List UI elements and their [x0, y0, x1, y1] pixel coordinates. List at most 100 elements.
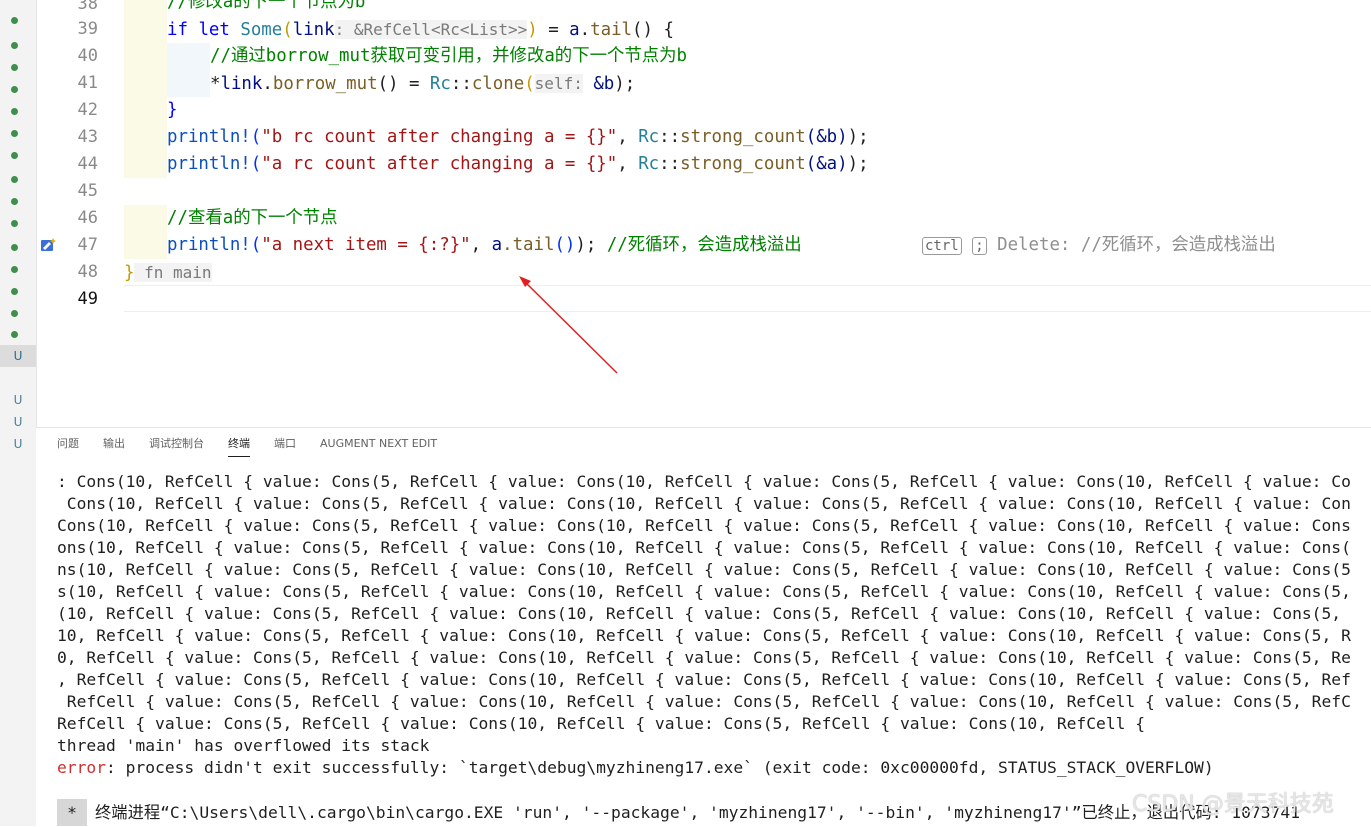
- line-number: 39: [77, 19, 98, 39]
- indent-guide: [124, 232, 167, 259]
- type-name: Rc: [638, 127, 660, 147]
- paren: (: [250, 154, 262, 174]
- variable: link: [220, 74, 263, 94]
- terminal-output-line: ns(10, RefCell { value: Cons(5, RefCell …: [57, 560, 1351, 579]
- code-line-46[interactable]: //查看a的下一个节点: [167, 205, 338, 232]
- code-line-42[interactable]: }: [167, 97, 177, 124]
- punctuation: );: [614, 74, 636, 94]
- punctuation: ::: [659, 127, 681, 147]
- terminal-output-line: s(10, RefCell { value: Cons(5, RefCell {…: [57, 582, 1351, 601]
- variable: a: [569, 20, 580, 40]
- paren: (: [250, 127, 262, 147]
- macro: println!: [167, 127, 251, 147]
- line-number: 48: [77, 262, 98, 282]
- panel-tabs: 问题 输出 调试控制台 终端 端口 AUGMENT NEXT EDIT: [36, 428, 1371, 460]
- status-dot-icon: [11, 108, 18, 115]
- punctuation: );: [847, 127, 869, 147]
- macro: println!: [167, 154, 251, 174]
- indent-guide: [167, 43, 210, 70]
- code-line-44[interactable]: println!("a rc count after changing a = …: [167, 151, 869, 178]
- punctuation: ::: [659, 154, 681, 174]
- method-name: .tail: [502, 235, 555, 255]
- terminal-output-line: , RefCell { value: Cons(5, RefCell { val…: [57, 670, 1351, 689]
- line-number: 43: [77, 127, 98, 147]
- scm-badge-untracked[interactable]: U: [0, 433, 36, 455]
- paren: (: [282, 20, 293, 40]
- terminal-output-line: Cons(10, RefCell { value: Cons(5, RefCel…: [57, 516, 1351, 535]
- status-dot-icon: [11, 176, 18, 183]
- type-hint: : &RefCell<Rc<List>>: [334, 20, 528, 39]
- scm-badge-untracked[interactable]: U: [0, 389, 36, 411]
- indent-guide: [124, 124, 167, 151]
- code-line-40[interactable]: //通过borrow_mut获取可变引用，并修改a的下一个节点为b: [210, 43, 687, 70]
- code-line-38[interactable]: //修改a的下一个节点为b: [167, 0, 365, 16]
- status-dot-icon: [11, 64, 18, 71]
- status-dot-icon: [11, 220, 18, 227]
- code-line-41[interactable]: *link.borrow_mut() = Rc::clone(self: &b)…: [210, 70, 635, 97]
- status-dot-icon: [11, 244, 18, 251]
- tab-output[interactable]: 输出: [103, 436, 125, 456]
- operator: =: [537, 20, 570, 40]
- status-dot-icon: [11, 198, 18, 205]
- tab-augment-next-edit[interactable]: AUGMENT NEXT EDIT: [320, 436, 437, 456]
- code-line-39[interactable]: if let Some(link: &RefCell<Rc<List>>) = …: [167, 16, 674, 43]
- function-name: strong_count: [680, 154, 806, 174]
- ghost-text: Delete: //死循环，会造成栈溢出: [986, 235, 1276, 255]
- status-dot-icon: [11, 17, 18, 24]
- line-number: 40: [77, 46, 98, 66]
- terminal-status-text: 终端进程“C:\Users\dell\.cargo\bin\cargo.EXE …: [95, 803, 1300, 822]
- indent-guide: [124, 151, 167, 178]
- line-number: 44: [77, 154, 98, 174]
- code-line-47[interactable]: println!("a next item = {:?}", a.tail())…: [167, 232, 802, 259]
- line-number: 45: [77, 181, 98, 201]
- indent-guide: [124, 97, 167, 124]
- type-name: Some: [240, 20, 283, 40]
- argument: (&b): [805, 127, 848, 147]
- method-name: borrow_mut: [272, 74, 378, 94]
- terminal-status-icon: *: [57, 799, 87, 826]
- inline-edit-suggestion[interactable]: ctrl ; Delete: //死循环，会造成栈溢出: [922, 232, 1276, 259]
- code-line-43[interactable]: println!("b rc count after changing a = …: [167, 124, 869, 151]
- terminal-output-line: Cons(10, RefCell { value: Cons(5, RefCel…: [57, 494, 1351, 513]
- paren: (): [554, 235, 576, 255]
- string-literal: "a next item = {:?}": [261, 235, 471, 255]
- argument: &b: [582, 74, 615, 94]
- keyword: let: [198, 20, 230, 40]
- terminal-status-line: * 终端进程“C:\Users\dell\.cargo\bin\cargo.EXE…: [57, 799, 1300, 826]
- paren: ): [527, 20, 538, 40]
- string-literal: "b rc count after changing a = {}": [261, 127, 618, 147]
- status-dot-icon: [11, 266, 18, 273]
- terminal-output-line: 10, RefCell { value: Cons(5, RefCell { v…: [57, 626, 1351, 645]
- inline-suggestion-icon[interactable]: [40, 236, 58, 254]
- punctuation: );: [847, 154, 869, 174]
- punctuation: () {: [632, 20, 674, 40]
- indent-guide: [124, 43, 167, 70]
- terminal-output-line: RefCell { value: Cons(5, RefCell { value…: [57, 692, 1351, 711]
- closing-brace: }: [124, 263, 135, 283]
- punctuation: () =: [377, 74, 430, 94]
- tab-debug-console[interactable]: 调试控制台: [149, 436, 204, 456]
- function-name: clone: [471, 74, 525, 94]
- terminal-output-line: (10, RefCell { value: Cons(5, RefCell { …: [57, 604, 1351, 623]
- type-name: Rc: [429, 74, 451, 94]
- current-line-highlight: [124, 285, 1371, 312]
- scm-badge-untracked[interactable]: U: [0, 411, 36, 433]
- method-name: tail: [590, 20, 633, 40]
- activity-bar: U U U U: [0, 0, 37, 826]
- code-line-48[interactable]: } fn main: [124, 259, 212, 286]
- indent-guide: [124, 205, 167, 232]
- line-number: 42: [77, 100, 98, 120]
- terminal-output-line: 0, RefCell { value: Cons(5, RefCell { va…: [57, 648, 1351, 667]
- tab-ports[interactable]: 端口: [274, 436, 296, 456]
- error-label: error: [57, 758, 107, 777]
- status-dot-icon: [11, 152, 18, 159]
- tab-terminal[interactable]: 终端: [228, 436, 250, 457]
- watermark: CSDN @景天科技苑: [1132, 792, 1334, 817]
- variable: a: [491, 235, 503, 255]
- type-name: Rc: [638, 154, 660, 174]
- tab-problems[interactable]: 问题: [57, 436, 79, 456]
- scm-badge-untracked[interactable]: U: [0, 345, 36, 367]
- terminal-output-line: : Cons(10, RefCell { value: Cons(5, RefC…: [57, 472, 1351, 491]
- status-dot-icon: [11, 331, 18, 338]
- status-dot-icon: [11, 310, 18, 317]
